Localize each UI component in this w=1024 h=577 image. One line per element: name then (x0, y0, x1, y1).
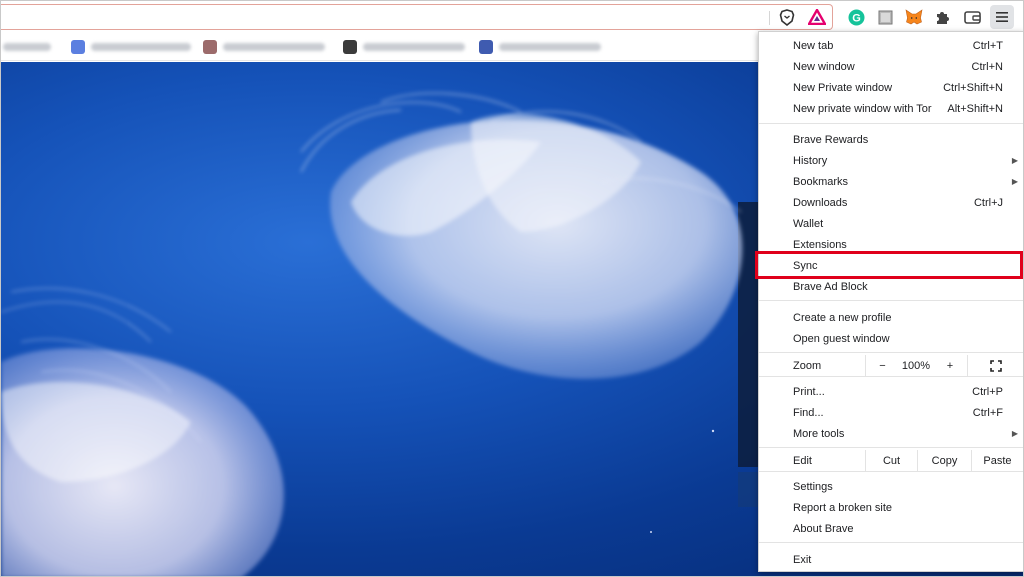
menu-item-wallet[interactable]: Wallet (759, 213, 1023, 234)
submenu-arrow-icon: ▶ (1011, 156, 1018, 165)
menu-item-new-tor-window[interactable]: New private window with Tor Alt+Shift+N (759, 98, 1023, 119)
menu-item-shortcut: Ctrl+T (972, 39, 1003, 52)
paste-button[interactable]: Paste (971, 450, 1023, 471)
zoom-level: 100% (901, 359, 931, 372)
menu-item-label: Brave Rewards (793, 133, 869, 146)
menu-item-label: New tab (793, 39, 834, 52)
menu-item-label: Zoom (793, 359, 822, 372)
bookmark-favicon-icon (71, 40, 85, 54)
hamburger-menu-icon[interactable] (990, 5, 1014, 29)
brave-main-menu: New tab Ctrl+T New window Ctrl+N New Pri… (758, 31, 1023, 572)
address-bar[interactable] (1, 4, 833, 30)
menu-item-label: About Brave (793, 522, 854, 535)
bookmark-favicon-icon (203, 40, 217, 54)
menu-edit-row: Edit Cut Copy Paste (759, 450, 1023, 471)
menu-item-label: Edit (793, 454, 812, 467)
menu-separator (759, 542, 1023, 543)
menu-item-find[interactable]: Find... Ctrl+F (759, 402, 1023, 423)
bookmark-favicon-icon (479, 40, 493, 54)
puzzle-icon[interactable] (933, 7, 953, 27)
menu-item-print[interactable]: Print... Ctrl+P (759, 381, 1023, 402)
menu-item-shortcut: Alt+Shift+N (947, 102, 1003, 115)
extension-icon[interactable] (875, 7, 895, 27)
menu-item-history[interactable]: History ▶ (759, 150, 1023, 171)
menu-item-brave-ad-block[interactable]: Brave Ad Block (759, 276, 1023, 297)
bookmark-item[interactable] (71, 40, 191, 54)
menu-item-about-brave[interactable]: About Brave (759, 518, 1023, 539)
menu-item-label: Brave Ad Block (793, 280, 868, 293)
menu-item-settings[interactable]: Settings (759, 476, 1023, 497)
fullscreen-button[interactable] (967, 355, 1023, 376)
menu-item-label: New private window with Tor (793, 102, 932, 115)
menu-item-label: Exit (793, 553, 812, 566)
menu-separator (759, 471, 1023, 472)
menu-item-label: Bookmarks (793, 175, 849, 188)
cut-button[interactable]: Cut (865, 450, 917, 471)
menu-item-new-private-window[interactable]: New Private window Ctrl+Shift+N (759, 77, 1023, 98)
menu-item-new-tab[interactable]: New tab Ctrl+T (759, 35, 1023, 56)
menu-item-label: Create a new profile (793, 311, 892, 324)
browser-window: G New tab Ctrl+T New window Ctrl+N New P… (0, 0, 1024, 577)
grammarly-icon[interactable]: G (846, 7, 866, 27)
bookmark-item[interactable] (203, 40, 325, 54)
menu-separator (759, 123, 1023, 124)
menu-item-report-broken-site[interactable]: Report a broken site (759, 497, 1023, 518)
submenu-arrow-icon: ▶ (1011, 429, 1018, 438)
menu-item-shortcut: Ctrl+P (972, 385, 1003, 398)
bookmark-favicon-icon (343, 40, 357, 54)
menu-item-label: History (793, 154, 828, 167)
menu-separator (759, 376, 1023, 377)
menu-item-label: Wallet (793, 217, 824, 230)
brave-rewards-icon[interactable] (807, 7, 827, 27)
menu-item-label: Settings (793, 480, 833, 493)
menu-item-more-tools[interactable]: More tools ▶ (759, 423, 1023, 444)
menu-item-label: Extensions (793, 238, 847, 251)
menu-item-create-profile[interactable]: Create a new profile (759, 307, 1023, 328)
copy-button[interactable]: Copy (917, 450, 971, 471)
menu-separator (759, 300, 1023, 301)
menu-zoom-row: Zoom − 100% + (759, 355, 1023, 376)
submenu-arrow-icon: ▶ (1011, 177, 1018, 186)
browser-toolbar: G (1, 1, 1023, 33)
menu-item-label: Find... (793, 406, 824, 419)
bookmark-item[interactable] (479, 40, 601, 54)
menu-item-bookmarks[interactable]: Bookmarks ▶ (759, 171, 1023, 192)
svg-text:G: G (852, 12, 861, 24)
menu-item-label: More tools (793, 427, 845, 440)
omnibox-divider (769, 11, 770, 25)
wallet-icon[interactable] (962, 7, 982, 27)
menu-item-shortcut: Ctrl+F (972, 406, 1003, 419)
menu-separator (759, 447, 1023, 448)
menu-item-downloads[interactable]: Downloads Ctrl+J (759, 192, 1023, 213)
menu-item-guest-window[interactable]: Open guest window (759, 328, 1023, 349)
menu-item-shortcut: Ctrl+Shift+N (943, 81, 1003, 94)
menu-item-label: New Private window (793, 81, 893, 94)
sync-highlight-box (755, 251, 1023, 279)
menu-separator (759, 352, 1023, 353)
menu-item-label: Open guest window (793, 332, 890, 345)
zoom-out-button[interactable]: − (865, 355, 899, 376)
menu-item-shortcut: Ctrl+J (973, 196, 1003, 209)
menu-item-label: Print... (793, 385, 825, 398)
bookmark-item[interactable] (3, 40, 51, 54)
metamask-icon[interactable] (904, 7, 924, 27)
menu-item-brave-rewards[interactable]: Brave Rewards (759, 129, 1023, 150)
brave-shields-icon[interactable] (777, 7, 797, 27)
fullscreen-icon (989, 359, 1002, 372)
menu-item-shortcut: Ctrl+N (971, 60, 1003, 73)
menu-item-label: Report a broken site (793, 501, 893, 514)
menu-item-label: Downloads (793, 196, 848, 209)
zoom-in-button[interactable]: + (933, 355, 967, 376)
menu-item-label: New window (793, 60, 855, 73)
menu-item-new-window[interactable]: New window Ctrl+N (759, 56, 1023, 77)
menu-item-exit[interactable]: Exit (759, 549, 1023, 570)
bookmark-item[interactable] (343, 40, 465, 54)
